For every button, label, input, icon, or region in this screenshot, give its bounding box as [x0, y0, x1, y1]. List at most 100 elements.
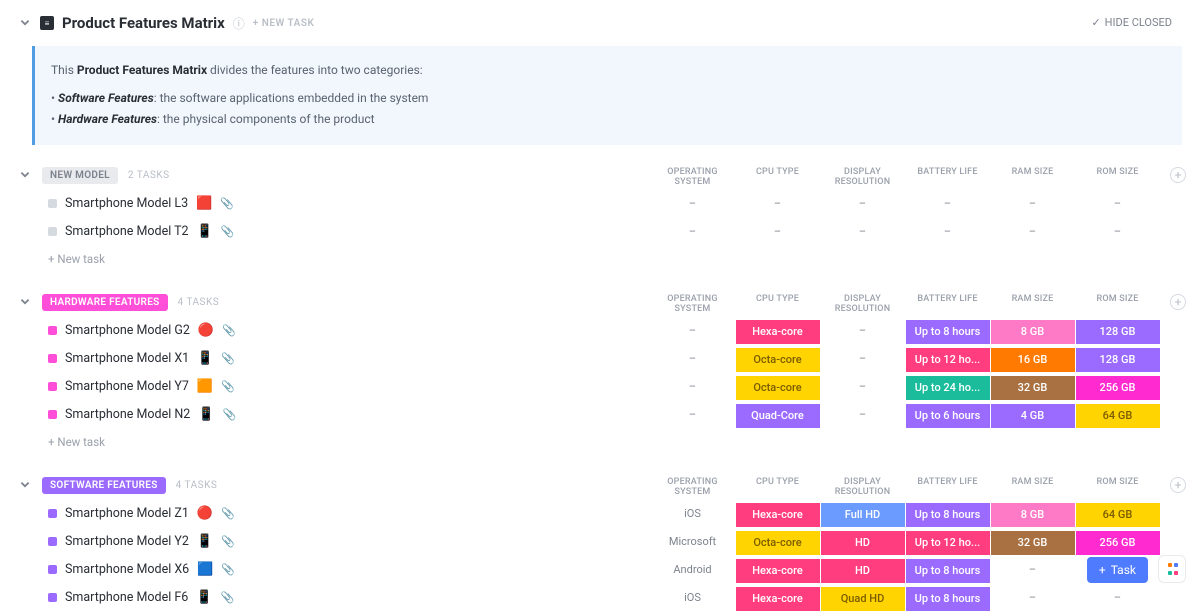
task-name[interactable]: Smartphone Model X1: [65, 351, 189, 366]
column-header[interactable]: CPU TYPE: [735, 167, 820, 187]
cell-pill[interactable]: 8 GB: [991, 503, 1075, 527]
attachment-icon[interactable]: 📎: [221, 507, 235, 520]
group-chevron-icon[interactable]: [18, 478, 32, 492]
task-name[interactable]: Smartphone Model Z1: [65, 506, 189, 521]
attachment-icon[interactable]: 📎: [221, 225, 235, 238]
cell-pill[interactable]: 128 GB: [1076, 320, 1160, 344]
apps-button[interactable]: [1158, 555, 1186, 583]
column-header[interactable]: ROM SIZE: [1075, 294, 1160, 314]
attachment-icon[interactable]: 📎: [221, 380, 235, 393]
table-row[interactable]: Smartphone Model G2 🔴 📎 –Hexa-core–Up to…: [18, 317, 1200, 345]
cell-pill[interactable]: 256 GB: [1076, 376, 1160, 400]
collapse-chevron-icon[interactable]: [18, 16, 32, 30]
cell[interactable]: –: [820, 221, 905, 243]
cell[interactable]: –: [990, 193, 1075, 215]
cell-pill[interactable]: Up to 8 hours: [906, 320, 990, 344]
column-header[interactable]: RAM SIZE: [990, 294, 1075, 314]
group-label[interactable]: SOFTWARE FEATURES: [42, 477, 166, 494]
cell[interactable]: –: [735, 221, 820, 243]
cell-pill[interactable]: 32 GB: [991, 376, 1075, 400]
cell[interactable]: –: [820, 376, 905, 398]
status-square-icon[interactable]: [48, 382, 57, 391]
column-header[interactable]: CPU TYPE: [735, 477, 820, 497]
cell-pill[interactable]: 8 GB: [991, 320, 1075, 344]
task-name[interactable]: Smartphone Model N2: [65, 407, 190, 422]
cell[interactable]: –: [820, 193, 905, 215]
status-square-icon[interactable]: [48, 199, 57, 208]
task-name[interactable]: Smartphone Model T2: [65, 224, 189, 239]
column-header[interactable]: ROM SIZE: [1075, 167, 1160, 187]
column-header[interactable]: DISPLAY RESOLUTION: [820, 294, 905, 314]
attachment-icon[interactable]: 📎: [220, 197, 234, 210]
column-header[interactable]: OPERATING SYSTEM: [650, 167, 735, 187]
task-name[interactable]: Smartphone Model G2: [65, 323, 190, 338]
column-header[interactable]: BATTERY LIFE: [905, 167, 990, 187]
group-label[interactable]: NEW MODEL: [42, 167, 118, 184]
column-header[interactable]: BATTERY LIFE: [905, 477, 990, 497]
column-header[interactable]: DISPLAY RESOLUTION: [820, 167, 905, 187]
cell[interactable]: –: [990, 559, 1075, 581]
column-header[interactable]: DISPLAY RESOLUTION: [820, 477, 905, 497]
cell[interactable]: –: [735, 193, 820, 215]
table-row[interactable]: Smartphone Model T2 📱 📎 ––––––: [18, 218, 1200, 246]
cell-pill[interactable]: Full HD: [821, 503, 905, 527]
group-label[interactable]: HARDWARE FEATURES: [42, 294, 168, 311]
cell-pill[interactable]: 32 GB: [991, 531, 1075, 555]
cell-pill[interactable]: Octa-core: [736, 531, 820, 555]
attachment-icon[interactable]: 📎: [222, 324, 236, 337]
column-header[interactable]: RAM SIZE: [990, 477, 1075, 497]
cell[interactable]: –: [650, 404, 735, 426]
status-square-icon[interactable]: [48, 565, 57, 574]
cell-pill[interactable]: 256 GB: [1076, 531, 1160, 555]
add-column-button[interactable]: +: [1170, 167, 1186, 183]
add-column-button[interactable]: +: [1170, 294, 1186, 310]
task-name[interactable]: Smartphone Model X6: [65, 562, 189, 577]
cell-pill[interactable]: Octa-core: [736, 376, 820, 400]
cell-pill[interactable]: Hexa-core: [736, 559, 820, 583]
cell-pill[interactable]: 64 GB: [1076, 503, 1160, 527]
table-row[interactable]: Smartphone Model Y2 📱 📎 MicrosoftOcta-co…: [18, 528, 1200, 556]
attachment-icon[interactable]: 📎: [220, 591, 234, 604]
cell-pill[interactable]: 16 GB: [991, 348, 1075, 372]
cell-pill[interactable]: Hexa-core: [736, 320, 820, 344]
cell-pill[interactable]: Up to 12 ho...: [906, 531, 990, 555]
cell-pill[interactable]: Quad-Core: [736, 404, 820, 428]
attachment-icon[interactable]: 📎: [222, 408, 236, 421]
new-task-button[interactable]: + NEW TASK: [253, 18, 315, 29]
status-square-icon[interactable]: [48, 227, 57, 236]
task-name[interactable]: Smartphone Model Y7: [65, 379, 189, 394]
status-square-icon[interactable]: [48, 537, 57, 546]
attachment-icon[interactable]: 📎: [221, 352, 235, 365]
cell-pill[interactable]: Up to 12 ho...: [906, 348, 990, 372]
cell[interactable]: iOS: [650, 503, 735, 525]
attachment-icon[interactable]: 📎: [221, 563, 235, 576]
task-name[interactable]: Smartphone Model F6: [65, 590, 188, 605]
info-icon[interactable]: ⓘ: [233, 15, 245, 32]
cell-pill[interactable]: Hexa-core: [736, 503, 820, 527]
table-row[interactable]: Smartphone Model N2 📱 📎 –Quad-Core–Up to…: [18, 401, 1200, 429]
status-square-icon[interactable]: [48, 593, 57, 602]
new-task-row[interactable]: + New task: [18, 246, 1200, 272]
cell[interactable]: –: [820, 320, 905, 342]
cell[interactable]: iOS: [650, 587, 735, 609]
table-row[interactable]: Smartphone Model L3 🟥 📎 ––––––: [18, 190, 1200, 218]
cell-pill[interactable]: Up to 8 hours: [906, 503, 990, 527]
cell-pill[interactable]: HD: [821, 531, 905, 555]
task-name[interactable]: Smartphone Model L3: [65, 196, 188, 211]
new-task-float-button[interactable]: +Task: [1087, 557, 1148, 583]
cell-pill[interactable]: 4 GB: [991, 404, 1075, 428]
cell[interactable]: Microsoft: [650, 531, 735, 553]
attachment-icon[interactable]: 📎: [221, 535, 235, 548]
cell[interactable]: –: [905, 221, 990, 243]
cell-pill[interactable]: Octa-core: [736, 348, 820, 372]
table-row[interactable]: Smartphone Model Z1 🔴 📎 iOSHexa-coreFull…: [18, 500, 1200, 528]
status-square-icon[interactable]: [48, 410, 57, 419]
task-name[interactable]: Smartphone Model Y2: [65, 534, 189, 549]
cell[interactable]: –: [820, 348, 905, 370]
cell[interactable]: –: [905, 193, 990, 215]
column-header[interactable]: OPERATING SYSTEM: [650, 294, 735, 314]
cell[interactable]: –: [650, 348, 735, 370]
cell-pill[interactable]: Up to 24 ho...: [906, 376, 990, 400]
column-header[interactable]: ROM SIZE: [1075, 477, 1160, 497]
cell-pill[interactable]: Up to 8 hours: [906, 559, 990, 583]
